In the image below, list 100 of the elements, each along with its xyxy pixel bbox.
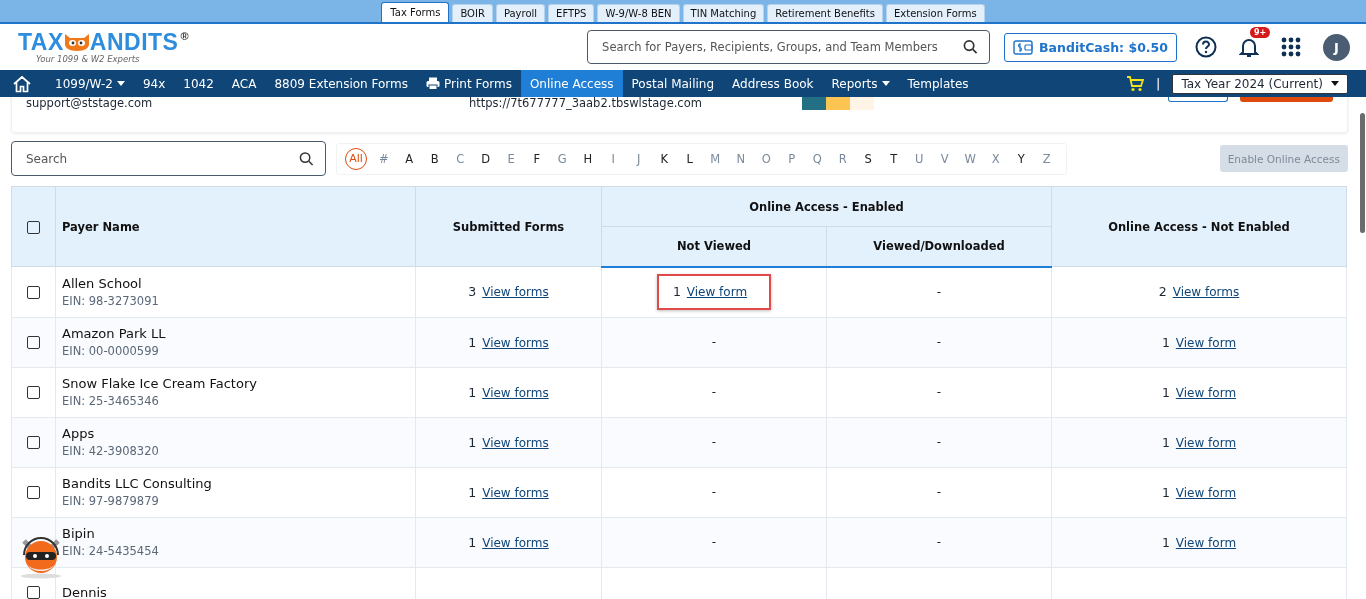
- view-forms-link[interactable]: View form: [1175, 485, 1237, 500]
- view-forms-link[interactable]: View forms: [482, 335, 549, 350]
- payer-name: Allen School: [62, 275, 143, 291]
- mask-logo-icon: [63, 32, 90, 52]
- search-icon: [299, 151, 314, 166]
- cart-icon[interactable]: [1126, 75, 1144, 92]
- select-all-checkbox[interactable]: [27, 220, 40, 234]
- payer-name: Apps: [62, 426, 96, 441]
- form-count: 1: [1161, 434, 1170, 450]
- nav-item[interactable]: Online Access: [520, 70, 623, 97]
- letter-filter[interactable]: D: [473, 151, 499, 166]
- nav-item[interactable]: 8809 Extension Forms: [265, 70, 417, 97]
- row-checkbox[interactable]: [27, 586, 40, 599]
- empty-dash: -: [711, 435, 717, 449]
- row-checkbox[interactable]: [27, 486, 40, 499]
- product-tab[interactable]: BOIR: [452, 4, 493, 22]
- view-forms-link[interactable]: View forms: [482, 285, 549, 300]
- payer-ein: EIN: 97-9879879: [62, 494, 160, 508]
- search-icon: [963, 39, 979, 55]
- product-tab[interactable]: Retirement Benefits: [767, 4, 883, 22]
- payer-name: Snow Flake Ice Cream Factory: [62, 376, 258, 391]
- registered-mark: ®: [180, 30, 190, 42]
- global-search-field[interactable]: Search for Payers, Recipients, Groups, and Team Members: [587, 30, 991, 64]
- letter-filter[interactable]: F: [524, 151, 550, 166]
- letter-filter[interactable]: T: [881, 151, 907, 166]
- help-icon[interactable]: [1195, 36, 1217, 58]
- form-count: 1: [672, 284, 681, 299]
- product-tab[interactable]: Extension Forms: [885, 4, 985, 22]
- row-checkbox[interactable]: [27, 386, 40, 399]
- letter-filter[interactable]: A: [396, 151, 422, 166]
- home-icon[interactable]: [12, 74, 32, 93]
- scrollbar-thumb[interactable]: [1360, 113, 1365, 233]
- form-count: 1: [468, 484, 477, 500]
- bandit-cash-button[interactable]: BanditCash: $0.50: [1004, 32, 1177, 62]
- row-checkbox[interactable]: [27, 336, 40, 349]
- empty-dash: -: [711, 535, 717, 549]
- empty-dash: -: [936, 385, 942, 399]
- form-count: 2: [1158, 284, 1167, 300]
- nav-item[interactable]: 1099/W-2: [46, 70, 134, 97]
- payer-ein: EIN: 42-3908320: [62, 444, 160, 458]
- product-tab[interactable]: W-9/W-8 BEN: [597, 4, 680, 22]
- column-header: Payer Name: [62, 219, 140, 234]
- form-count: 1: [468, 434, 477, 450]
- column-header: Not Viewed: [676, 239, 752, 254]
- notification-badge: 9+: [1250, 27, 1271, 38]
- form-count: 1: [468, 334, 477, 350]
- form-count: 3: [468, 284, 477, 300]
- empty-dash: -: [711, 335, 717, 349]
- email-text: support@ststage.com: [26, 96, 154, 110]
- logo-text: ANDITS: [89, 30, 179, 54]
- view-forms-link[interactable]: View forms: [1172, 285, 1240, 300]
- view-forms-link[interactable]: View form: [1175, 435, 1237, 450]
- letter-filter[interactable]: H: [575, 151, 601, 166]
- nav-item[interactable]: ACA: [222, 70, 266, 97]
- view-forms-link[interactable]: View form: [1175, 335, 1237, 350]
- view-forms-link[interactable]: View forms: [482, 485, 549, 500]
- view-forms-link[interactable]: View forms: [482, 385, 549, 400]
- form-count: 1: [1161, 334, 1170, 350]
- column-header: Viewed/Downloaded: [873, 239, 1005, 254]
- row-checkbox[interactable]: [27, 285, 40, 299]
- form-count: 1: [468, 384, 477, 400]
- payer-ein: EIN: 25-3465346: [62, 394, 160, 408]
- product-tab[interactable]: TIN Matching: [682, 4, 765, 22]
- view-forms-link[interactable]: View form: [1175, 385, 1237, 400]
- letter-filter[interactable]: L: [677, 151, 703, 166]
- empty-dash: -: [936, 535, 942, 549]
- nav-item[interactable]: Print Forms: [417, 70, 521, 97]
- view-forms-link[interactable]: View forms: [482, 435, 549, 450]
- nav-item[interactable]: Address Book: [723, 70, 823, 97]
- tax-year-dropdown[interactable]: Tax Year 2024 (Current): [1172, 73, 1348, 94]
- product-tab[interactable]: EFTPS: [548, 4, 595, 22]
- nav-item[interactable]: 1042: [174, 70, 223, 97]
- letter-filter[interactable]: S: [855, 151, 881, 166]
- letter-filter[interactable]: B: [422, 151, 448, 166]
- product-tab[interactable]: Payroll: [495, 4, 546, 22]
- nav-item[interactable]: Templates: [898, 70, 978, 97]
- apps-grid-icon[interactable]: [1281, 37, 1301, 57]
- nav-item[interactable]: Reports: [822, 70, 899, 97]
- user-avatar[interactable]: J: [1323, 33, 1350, 61]
- product-tab[interactable]: Tax Forms: [381, 2, 450, 22]
- form-count: 1: [1161, 484, 1170, 500]
- empty-dash: -: [936, 435, 942, 449]
- nav-item[interactable]: Postal Mailing: [622, 70, 724, 97]
- row-checkbox[interactable]: [27, 436, 40, 449]
- notification-bell-icon[interactable]: [1239, 36, 1259, 58]
- logo-text: TAX: [18, 30, 64, 54]
- payer-name: Dennis: [62, 584, 108, 599]
- url-text: https://7t677777_3aab2.tbswlstage.com: [469, 96, 703, 110]
- caret-icon: [1331, 81, 1339, 86]
- logo-tagline: Your 1099 & W2 Experts: [36, 53, 140, 64]
- letter-filter[interactable]: Y: [1008, 151, 1034, 166]
- view-forms-link[interactable]: View forms: [482, 535, 549, 550]
- view-forms-link[interactable]: View form: [1175, 535, 1237, 550]
- payer-search-field[interactable]: Search: [11, 141, 326, 176]
- nav-item[interactable]: 94x: [133, 70, 175, 97]
- view-forms-link[interactable]: View form: [686, 285, 748, 299]
- wallet-icon: [1013, 39, 1034, 55]
- payer-name: Bandits LLC Consulting: [62, 476, 213, 491]
- letter-filter[interactable]: K: [651, 151, 677, 166]
- empty-dash: -: [711, 485, 717, 499]
